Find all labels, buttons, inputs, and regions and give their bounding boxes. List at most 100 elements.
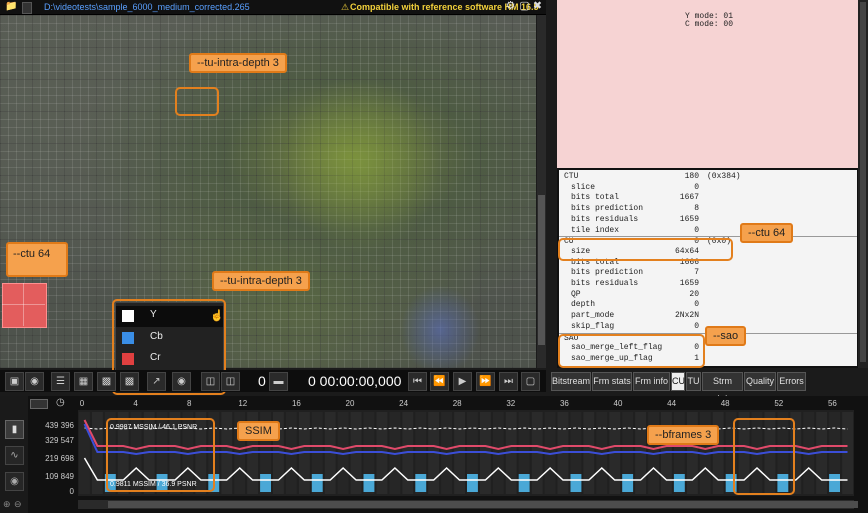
blue-object-region xyxy=(400,285,480,368)
tab-frm-stats[interactable]: Frm stats xyxy=(592,372,632,391)
info-value: 1659 xyxy=(679,279,699,288)
step-forward-icon[interactable]: ⏩ xyxy=(476,372,495,391)
scrollbar-thumb[interactable] xyxy=(860,2,866,362)
list-icon[interactable]: ☰ xyxy=(51,372,70,391)
info-key: bits total xyxy=(571,193,620,203)
y-tick-label: 0 xyxy=(69,487,74,496)
export-icon[interactable]: ◫ xyxy=(221,372,240,391)
annotation-ctu-left: --ctu 64 xyxy=(13,248,51,260)
tab-cu[interactable]: CU xyxy=(671,372,685,391)
scrollbar-thumb[interactable] xyxy=(538,195,545,345)
info-key: bits prediction xyxy=(571,204,644,214)
tab-frm-info[interactable]: Frm info xyxy=(633,372,670,391)
arrow-icon[interactable]: ↗ xyxy=(147,372,166,391)
info-extra: (0x384) xyxy=(707,172,741,181)
x-tick-label: 48 xyxy=(720,399,730,408)
y-tick-label: 219 698 xyxy=(45,454,74,463)
chart-horizontal-scrollbar[interactable] xyxy=(78,500,858,509)
skip-start-icon[interactable]: ⏮ xyxy=(408,372,427,391)
info-row[interactable]: tile index 0 xyxy=(559,226,857,237)
tab-quality[interactable]: Quality xyxy=(744,372,776,391)
info-key: QP xyxy=(571,289,581,299)
info-row[interactable]: bits total 1667 xyxy=(559,193,857,204)
bar-chart-icon[interactable]: ▮ xyxy=(5,420,24,439)
skip-end-icon[interactable]: ⏭ xyxy=(499,372,518,391)
grid-fine-icon[interactable]: ▩ xyxy=(97,372,116,391)
timecode[interactable]: 0 00:00:00,000 xyxy=(308,372,401,390)
info-row[interactable]: bits residuals 1659 xyxy=(559,279,857,290)
x-tick-label: 16 xyxy=(291,399,301,408)
frame-mode-icon[interactable]: ▬ xyxy=(269,372,288,391)
annotation-box-bframes xyxy=(733,418,795,495)
x-tick-label: 36 xyxy=(559,399,569,408)
info-value: 0 xyxy=(694,321,699,331)
info-value: 1659 xyxy=(679,214,699,224)
annotation-ssim: SSIM xyxy=(237,421,280,441)
info-value: 1667 xyxy=(679,193,699,203)
info-row[interactable]: QP 20 xyxy=(559,290,857,301)
zoom-out-icon[interactable]: ⊖ xyxy=(14,499,22,510)
x-tick-label: 40 xyxy=(613,399,623,408)
yuv-mode-box: Y mode: 01 C mode: 00 xyxy=(557,0,858,168)
ctu-split-lines xyxy=(2,283,45,326)
frame-bar xyxy=(311,474,323,492)
back-icon[interactable] xyxy=(22,2,32,14)
info-row[interactable]: depth 0 xyxy=(559,300,857,311)
camera-icon[interactable]: ◉ xyxy=(172,372,191,391)
info-row[interactable]: CTU 180 (0x384) xyxy=(559,172,857,183)
annotation-box-sao xyxy=(558,334,705,368)
chart-sidebar: ▮ ∿ ◉ ⊕ ⊖ xyxy=(0,396,28,513)
tab-strm-stats[interactable]: Strm stats xyxy=(702,372,743,403)
info-key: bits prediction xyxy=(571,268,644,278)
x-tick-label: 8 xyxy=(186,399,192,408)
frame-bar xyxy=(673,474,685,492)
frame-bar xyxy=(622,474,634,492)
frame-bar xyxy=(260,474,271,492)
file-path[interactable]: D:\videotests\sample_6000_medium_correct… xyxy=(44,1,250,13)
frame-bar xyxy=(518,474,530,492)
video-frame[interactable]: --tu-intra-depth 3 --ctu 64 --tu-intra-d… xyxy=(0,15,536,368)
foliage-region xyxy=(280,75,440,255)
info-row[interactable]: part_mode 2Nx2N xyxy=(559,311,857,322)
loop-icon[interactable]: ▢ xyxy=(521,372,540,391)
y-tick-label: 329 547 xyxy=(45,436,74,445)
tab-tu[interactable]: TU xyxy=(686,372,701,391)
info-row[interactable]: bits prediction 8 xyxy=(559,204,857,215)
step-back-icon[interactable]: ⏪ xyxy=(430,372,449,391)
tab-errors[interactable]: Errors xyxy=(777,372,806,391)
info-value: 7 xyxy=(694,268,699,278)
folder-icon[interactable]: 📁 xyxy=(5,1,19,12)
title-bar: 📁 D:\videotests\sample_6000_medium_corre… xyxy=(0,0,546,15)
info-row[interactable]: bits prediction 7 xyxy=(559,268,857,279)
info-value: 20 xyxy=(689,289,699,299)
play-icon[interactable]: ▶ xyxy=(453,372,472,391)
info-scrollbar[interactable] xyxy=(858,0,868,368)
frame-info-icon[interactable]: ◫ xyxy=(201,372,220,391)
scrollbar-thumb[interactable] xyxy=(108,501,858,508)
x-tick-label: 44 xyxy=(667,399,677,408)
settings-chart-icon[interactable]: ◉ xyxy=(5,472,24,491)
info-key: bits residuals xyxy=(571,214,639,224)
zoom-in-icon[interactable]: ⊕ xyxy=(3,499,11,510)
x-tick-label: 12 xyxy=(238,399,248,408)
x-tick-label: 56 xyxy=(827,399,837,408)
frame-number[interactable]: 0 xyxy=(258,372,266,390)
x-tick-label: 4 xyxy=(133,399,138,408)
line-chart-icon[interactable]: ∿ xyxy=(5,446,24,465)
component-icon[interactable]: ▩ xyxy=(120,372,139,391)
video-vertical-scrollbar[interactable] xyxy=(537,15,546,368)
x-tick-label: 32 xyxy=(506,399,516,408)
x-axis-ticks: 0 4 8 12 16 20 24 28 32 36 40 44 48 52 56 xyxy=(78,397,854,410)
info-row[interactable]: bits residuals 1659 xyxy=(559,215,857,226)
color-wheel-icon[interactable]: ◉ xyxy=(25,372,44,391)
grid-icon[interactable]: ▦ xyxy=(74,372,93,391)
info-key: part_mode xyxy=(571,311,615,321)
info-row[interactable]: slice 0 xyxy=(559,183,857,194)
tab-bitstream[interactable]: Bitstream xyxy=(551,372,591,391)
window-icon[interactable]: ▢ xyxy=(518,0,531,13)
info-key: depth xyxy=(571,300,596,310)
close-icon[interactable]: ✖ xyxy=(531,0,544,13)
info-panel: Y mode: 01 C mode: 00 CTU 180 (0x384) slice… xyxy=(557,0,858,368)
gear-icon[interactable]: ⚙ xyxy=(504,0,517,13)
screen-icon[interactable]: ▣ xyxy=(5,372,24,391)
